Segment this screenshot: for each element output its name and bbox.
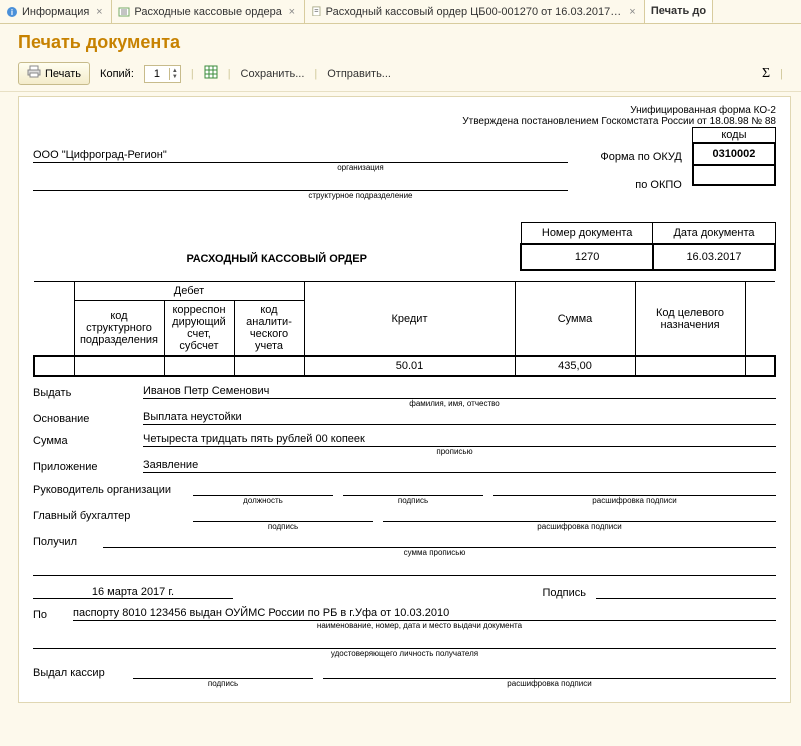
codes-header: коды [693, 128, 775, 144]
cell-kredit: 50.01 [304, 356, 515, 376]
tab-info[interactable]: i Информация × [0, 0, 112, 23]
cell-korr [164, 356, 234, 376]
organization-sublabel: организация [33, 163, 688, 172]
sig-date: 16 марта 2017 г. [33, 586, 233, 599]
tab-bar: i Информация × Расходные кассовые ордера… [0, 0, 801, 24]
close-icon[interactable]: × [627, 6, 638, 18]
okud-value: 0310002 [693, 143, 775, 165]
poluchil-label: Получил [33, 536, 93, 548]
date-header: Дата документа [653, 223, 775, 245]
po-value: паспорту 8010 123456 выдан ОУЙМС России … [73, 607, 776, 621]
col-kodau: код аналити- ческого учета [234, 301, 304, 357]
col-kodsp: код структурного подразделения [74, 301, 164, 357]
summa-sublabel: прописью [133, 447, 776, 456]
pril-value: Заявление [143, 459, 776, 473]
doc-date: 16.03.2017 [653, 244, 775, 270]
poluchil-val [103, 535, 776, 548]
cell-kodsp [74, 356, 164, 376]
division [33, 178, 568, 191]
main-table: Дебет Кредит Сумма Код целевого назначен… [33, 281, 776, 377]
save-button[interactable]: Сохранить... [241, 68, 305, 80]
division-sublabel: структурное подразделение [33, 191, 688, 200]
doc-number: 1270 [521, 244, 653, 270]
glbuh-podpis [193, 509, 373, 522]
okpo-label: по ОКПО [568, 179, 688, 191]
col-kredit: Кредит [304, 282, 515, 357]
cell-kodau [234, 356, 304, 376]
toolbar: Печать Копий: ▲▼ | | Сохранить... | Отпр… [0, 59, 801, 92]
vydal-rasp [323, 666, 776, 679]
copies-spinner[interactable]: ▲▼ [144, 65, 181, 83]
vydal-label: Выдал кассир [33, 667, 123, 679]
ruk-label: Руководитель организации [33, 484, 183, 496]
info-icon: i [6, 6, 18, 18]
doc-title: РАСХОДНЫЙ КАССОВЫЙ ОРДЕР [33, 253, 520, 271]
summa-value: Четыреста тридцать пять рублей 00 копеек [143, 433, 776, 447]
col-summa: Сумма [515, 282, 635, 357]
page-title: Печать документа [0, 24, 801, 59]
po-label: По [33, 609, 63, 621]
printer-icon [27, 65, 41, 82]
form-header-2: Утверждена постановлением Госкомстата Ро… [33, 116, 776, 127]
cell-naz [635, 356, 745, 376]
col-debet: Дебет [74, 282, 304, 301]
doc-icon [311, 6, 322, 18]
tab-order-doc[interactable]: Расходный кассовый ордер ЦБ00-001270 от … [305, 0, 645, 23]
num-header: Номер документа [521, 223, 653, 245]
send-button[interactable]: Отправить... [327, 68, 391, 80]
ruk-rasp [493, 483, 776, 496]
print-label: Печать [45, 68, 81, 80]
vydat-sublabel: фамилия, имя, отчество [133, 399, 776, 408]
vydal-podpis [133, 666, 313, 679]
tab-label: Расходный кассовый ордер ЦБ00-001270 от … [326, 6, 623, 18]
copies-input[interactable] [145, 67, 169, 81]
tab-label: Печать до [651, 5, 706, 17]
spinner-buttons[interactable]: ▲▼ [169, 68, 180, 80]
tab-orders[interactable]: Расходные кассовые ордера × [112, 0, 305, 23]
list-icon [118, 6, 130, 18]
tab-label: Информация [22, 6, 89, 18]
col-korr: корреспон дирующий счет, субсчет [164, 301, 234, 357]
glbuh-rasp [383, 509, 776, 522]
col-naz: Код целевого назначения [635, 282, 745, 357]
tab-print[interactable]: Печать до [645, 0, 713, 23]
print-button[interactable]: Печать [18, 62, 90, 85]
close-icon[interactable]: × [286, 6, 298, 18]
codes-table: коды 0310002 [692, 127, 776, 186]
okpo-value [693, 165, 775, 185]
osn-value: Выплата неустойки [143, 411, 776, 425]
sigma-icon[interactable]: Σ [762, 66, 770, 82]
vydat-label: Выдать [33, 387, 133, 399]
copies-label: Копий: [100, 68, 134, 80]
close-icon[interactable]: × [93, 6, 105, 18]
doc-num-date-table: Номер документа Дата документа 1270 16.0… [520, 222, 776, 271]
glbuh-label: Главный бухгалтер [33, 510, 183, 522]
summa-label: Сумма [33, 435, 133, 447]
cell-summa: 435,00 [515, 356, 635, 376]
organization: ООО "Цифроград-Регион" [33, 149, 568, 163]
osn-label: Основание [33, 413, 133, 425]
cell-empty1 [34, 356, 74, 376]
document-preview: Унифицированная форма КО-2 Утверждена по… [18, 96, 791, 703]
vydat-value: Иванов Петр Семенович [143, 385, 776, 399]
form-header-1: Унифицированная форма КО-2 [33, 105, 776, 116]
svg-text:i: i [11, 8, 13, 17]
tab-label: Расходные кассовые ордера [134, 6, 282, 18]
ruk-podpis [343, 483, 483, 496]
sig-podpis-label: Подпись [542, 587, 586, 599]
okud-label: Форма по ОКУД [568, 151, 688, 163]
sig-podpis [596, 586, 776, 599]
table-icon[interactable] [204, 65, 218, 82]
pril-label: Приложение [33, 461, 133, 473]
ruk-dolzh [193, 483, 333, 496]
